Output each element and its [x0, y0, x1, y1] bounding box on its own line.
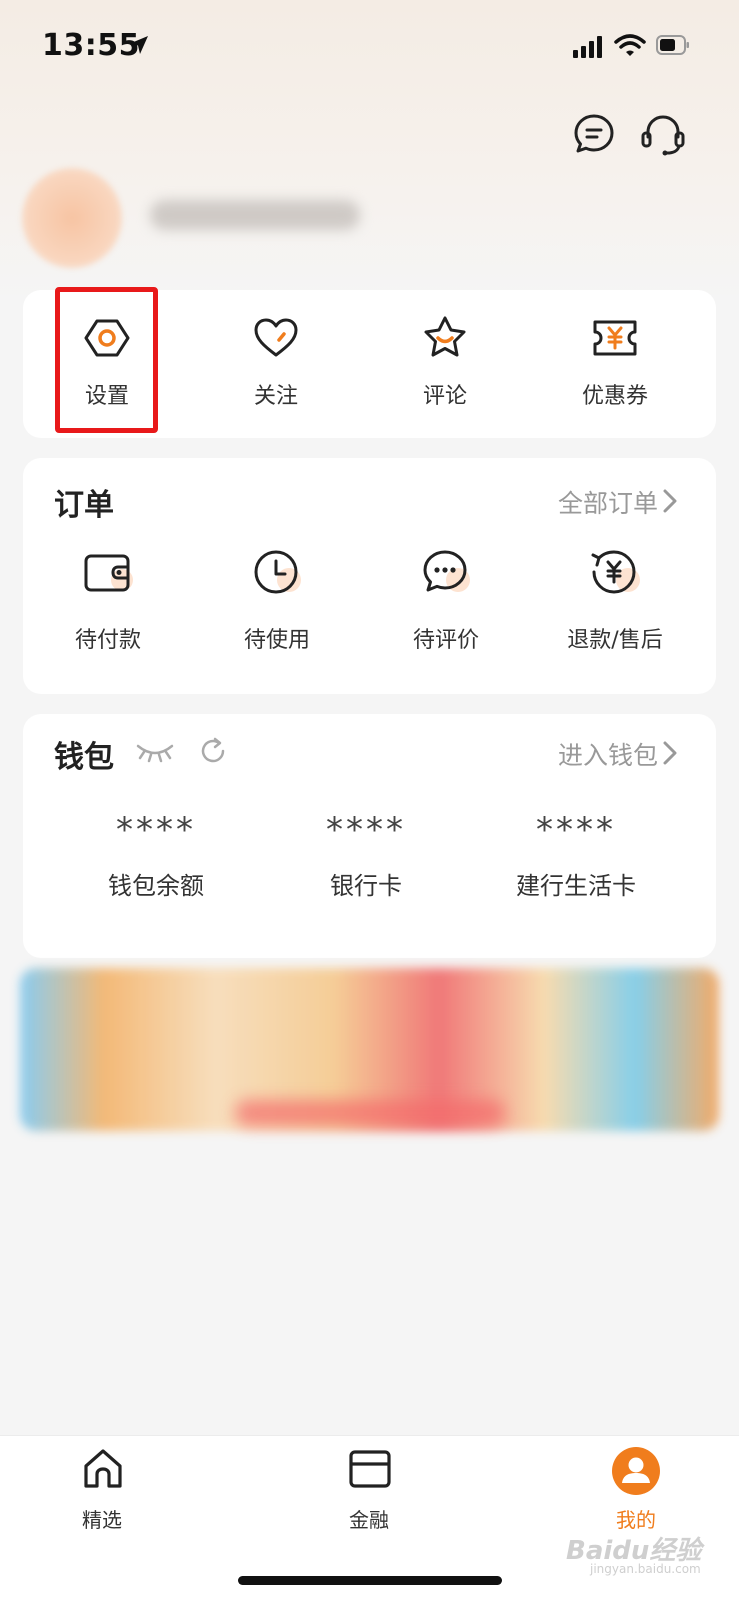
wallet-balance-value: ****	[116, 810, 196, 850]
refund-aftersales-button[interactable]: 退款/售后	[540, 546, 690, 666]
tab-mine[interactable]: 我的	[576, 1436, 696, 1536]
bank-card-value: ****	[326, 810, 406, 850]
tab-finance-label: 金融	[349, 1508, 389, 1532]
ccb-life-card-item[interactable]: **** 建行生活卡	[486, 812, 666, 901]
status-bar: 13:55	[0, 0, 739, 94]
chevron-right-icon[interactable]	[662, 740, 678, 766]
tab-featured-label: 精选	[82, 1508, 122, 1532]
tab-mine-label: 我的	[616, 1508, 656, 1532]
enter-wallet-link[interactable]: 进入钱包	[558, 736, 658, 772]
pending-payment-label: 待付款	[74, 628, 141, 653]
star-smile-icon	[424, 316, 466, 357]
chat-bubble-icon	[423, 550, 470, 592]
follow-button[interactable]: 关注	[216, 290, 336, 438]
to-use-button[interactable]: 待使用	[202, 546, 352, 666]
wallet-balance-label: 钱包余额	[108, 872, 204, 900]
message-icon[interactable]	[573, 113, 615, 155]
coupons-button[interactable]: 优惠券	[555, 290, 675, 438]
to-review-button[interactable]: 待评价	[371, 546, 521, 666]
heart-icon	[254, 318, 298, 357]
bank-card-label: 银行卡	[330, 872, 402, 900]
highlight-annotation-box	[55, 287, 158, 433]
ccb-life-card-value: ****	[536, 810, 616, 850]
cellular-signal-icon	[573, 36, 602, 58]
username-blurred[interactable]	[150, 200, 360, 230]
pending-payment-button[interactable]: 待付款	[33, 546, 183, 666]
wallet-title: 钱包	[54, 740, 114, 775]
home-indicator	[238, 1576, 502, 1585]
to-review-label: 待评价	[412, 628, 479, 653]
profile-icon	[612, 1447, 660, 1495]
refund-aftersales-label: 退款/售后	[567, 628, 663, 653]
battery-icon	[656, 35, 689, 55]
all-orders-link[interactable]: 全部订单	[558, 484, 658, 520]
orders-title: 订单	[54, 488, 114, 523]
coupon-yen-icon	[593, 320, 637, 356]
chevron-right-icon[interactable]	[662, 488, 678, 514]
bank-card-item[interactable]: **** 银行卡	[276, 812, 456, 901]
tab-finance[interactable]: 金融	[309, 1436, 429, 1536]
comments-button[interactable]: 评论	[385, 290, 505, 438]
tab-featured[interactable]: 精选	[42, 1436, 162, 1536]
to-use-label: 待使用	[243, 628, 310, 653]
promo-banner-glow	[235, 1100, 505, 1126]
eye-closed-icon[interactable]	[135, 740, 175, 764]
status-time: 13:55	[42, 28, 140, 63]
avatar[interactable]	[22, 168, 122, 268]
watermark-subtext: jingyan.baidu.com	[590, 1562, 701, 1576]
wallet-card: 钱包 进入钱包 **** 钱包余额 **** 银行卡 **** 建行生活卡	[23, 714, 716, 958]
wallet-balance-item[interactable]: **** 钱包余额	[66, 812, 246, 901]
comments-label: 评论	[422, 384, 467, 409]
home-icon	[84, 1449, 122, 1488]
refund-yen-icon	[591, 550, 640, 594]
clock-icon	[254, 550, 301, 594]
wallet-icon	[84, 554, 133, 592]
coupons-label: 优惠券	[581, 384, 648, 409]
ccb-life-card-label: 建行生活卡	[516, 872, 636, 900]
wifi-icon	[614, 34, 646, 56]
follow-label: 关注	[253, 384, 298, 409]
card-icon	[349, 1450, 391, 1488]
customer-service-headset-icon[interactable]	[640, 113, 686, 157]
refresh-icon[interactable]	[198, 736, 228, 766]
orders-card: 订单 全部订单 待付款 待使用 待评价 退款/售后	[23, 458, 716, 694]
location-arrow-icon	[130, 36, 148, 54]
